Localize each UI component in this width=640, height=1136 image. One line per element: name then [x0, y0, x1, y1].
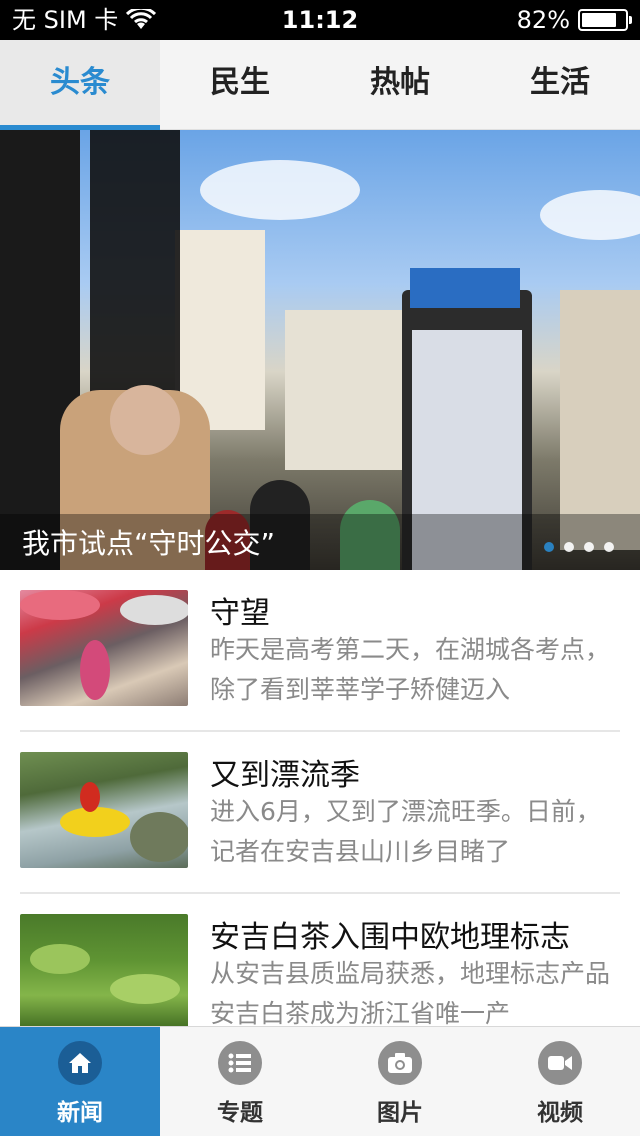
building-shape	[285, 310, 405, 470]
status-right: 82%	[516, 0, 632, 40]
rock-shape	[130, 812, 188, 862]
person-head	[110, 385, 180, 455]
battery-percent: 82%	[516, 6, 570, 34]
carousel-dot[interactable]	[564, 542, 574, 552]
nav-topics[interactable]: 专题	[160, 1027, 320, 1136]
news-thumbnail	[20, 914, 188, 1026]
nav-videos[interactable]: 视频	[480, 1027, 640, 1136]
news-list: 守望 昨天是高考第二天，在湖城各考点，除了看到莘莘学子矫健迈入 又到漂流季 进入…	[0, 570, 640, 1026]
tea-leaf-shape	[30, 944, 90, 974]
tab-life[interactable]: 生活	[480, 40, 640, 129]
nav-label: 新闻	[57, 1100, 103, 1126]
category-tabs: 头条 民生 热帖 生活	[0, 40, 640, 130]
tab-livelihood[interactable]: 民生	[160, 40, 320, 129]
news-summary: 进入6月，又到了漂流旺季。日前，记者在安吉县山川乡目睹了	[210, 797, 601, 866]
video-icon	[538, 1041, 582, 1085]
nav-label: 专题	[217, 1100, 263, 1126]
raft-shape	[60, 807, 130, 837]
banner-carousel[interactable]: 我市试点“守时公交”	[0, 130, 640, 570]
nav-label: 视频	[537, 1100, 583, 1126]
tab-hot-posts[interactable]: 热帖	[320, 40, 480, 129]
nav-news[interactable]: 新闻	[0, 1027, 160, 1136]
news-thumbnail	[20, 752, 188, 868]
home-icon	[58, 1041, 102, 1085]
person-shape	[80, 640, 110, 700]
battery-icon	[578, 9, 632, 31]
umbrella-shape	[20, 590, 100, 620]
tab-headline[interactable]: 头条	[0, 40, 160, 130]
carousel-dot[interactable]	[604, 542, 614, 552]
nav-label: 图片	[377, 1100, 423, 1126]
news-title: 又到漂流季	[210, 758, 360, 793]
cloud-shape	[540, 190, 640, 240]
list-item[interactable]: 安吉白茶入围中欧地理标志 从安吉县质监局获悉，地理标志产品安吉白茶成为浙江省唯一…	[20, 894, 620, 1026]
cloud-shape	[200, 160, 360, 220]
news-title: 安吉白茶入围中欧地理标志	[210, 920, 570, 955]
nav-pictures[interactable]: 图片	[320, 1027, 480, 1136]
list-icon	[218, 1041, 262, 1085]
status-bar: 无 SIM 卡 11:12 82%	[0, 0, 640, 40]
umbrella-shape	[120, 595, 188, 625]
building-shape	[560, 290, 640, 550]
list-item[interactable]: 又到漂流季 进入6月，又到了漂流旺季。日前，记者在安吉县山川乡目睹了	[20, 732, 620, 894]
list-item[interactable]: 守望 昨天是高考第二天，在湖城各考点，除了看到莘莘学子矫健迈入	[20, 570, 620, 732]
carousel-dot[interactable]	[544, 542, 554, 552]
tea-leaf-shape	[110, 974, 180, 1004]
news-summary: 昨天是高考第二天，在湖城各考点，除了看到莘莘学子矫健迈入	[210, 635, 611, 704]
news-summary: 从安吉县质监局获悉，地理标志产品安吉白茶成为浙江省唯一产	[210, 959, 611, 1026]
person-shape	[80, 782, 100, 812]
bottom-nav: 新闻 专题 图片 视频	[0, 1026, 640, 1136]
news-title: 守望	[210, 596, 270, 631]
battery-fill	[582, 13, 616, 27]
carousel-indicator	[544, 542, 614, 552]
camera-icon	[378, 1041, 422, 1085]
banner-caption: 我市试点“守时公交”	[22, 527, 276, 560]
bus-stop-sign-header	[410, 268, 520, 308]
carousel-dot[interactable]	[584, 542, 594, 552]
news-thumbnail	[20, 590, 188, 706]
